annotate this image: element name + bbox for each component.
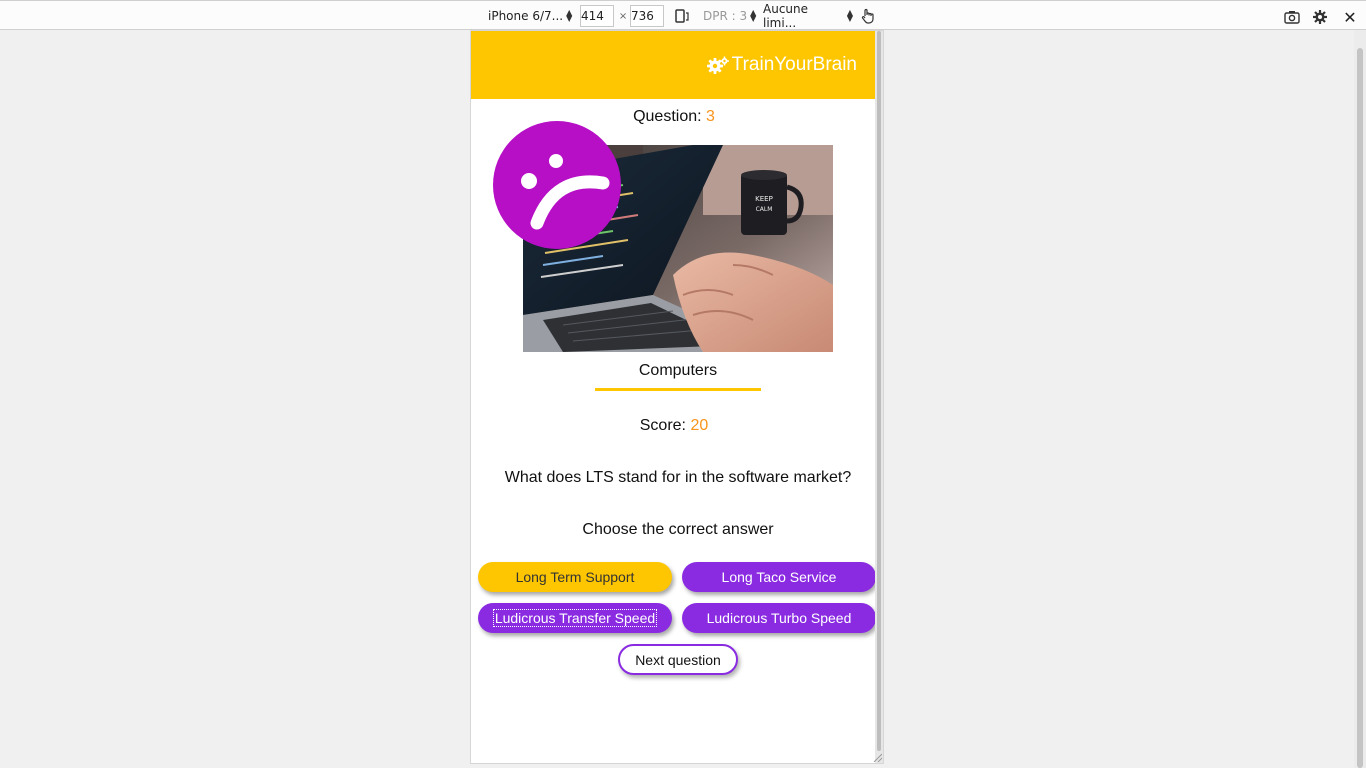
page-scrollbar[interactable] (1354, 30, 1366, 768)
answer-button-focused[interactable]: Ludicrous Transfer Speed (478, 603, 672, 633)
scrollbar-thumb[interactable] (877, 31, 881, 751)
device-viewport: TrainYourBrain Question: 3 KEEP CALM Com… (470, 30, 884, 764)
answer-button-correct[interactable]: Long Term Support (478, 562, 672, 592)
question-number: 3 (706, 108, 715, 125)
score-display: Score: 20 (471, 417, 877, 435)
sad-face-icon (493, 121, 621, 249)
camera-icon (1284, 11, 1300, 24)
responsive-toolbar: iPhone 6/7... ▲ ▼ 414 × 736 DPR : 3 ▲ ▼ Au… (0, 0, 1366, 30)
question-label: Question: (633, 108, 702, 125)
viewport-scrollbar[interactable] (875, 31, 883, 763)
score-label: Score: (639, 417, 686, 434)
question-text: What does LTS stand for in the software … (504, 469, 852, 486)
screenshot-button[interactable] (1282, 6, 1302, 28)
brand-link[interactable]: TrainYourBrain (706, 54, 857, 76)
hand-pointer-icon (861, 8, 874, 24)
touch-simulation-button[interactable] (859, 5, 877, 27)
dimension-separator: × (618, 10, 628, 22)
category-label: Computers (595, 362, 761, 391)
svg-text:CALM: CALM (756, 206, 773, 213)
answer-label: Long Taco Service (721, 569, 837, 585)
site-header: TrainYourBrain (471, 31, 877, 99)
device-select[interactable]: iPhone 6/7... ▲ ▼ (488, 5, 574, 27)
next-question-button[interactable]: Next question (618, 644, 738, 675)
settings-button[interactable] (1310, 6, 1330, 28)
rotate-device-icon (675, 9, 689, 23)
select-arrows-icon: ▲ ▼ (750, 8, 757, 23)
viewport-height-input[interactable]: 736 (630, 5, 664, 27)
answer-button[interactable]: Ludicrous Turbo Speed (682, 603, 876, 633)
gear-icon (1313, 10, 1327, 24)
close-responsive-mode-button[interactable]: ✕ (1340, 6, 1360, 28)
answer-label: Ludicrous Turbo Speed (706, 610, 852, 626)
select-arrows-icon: ▲ ▼ (846, 8, 853, 23)
answer-label: Ludicrous Transfer Speed (492, 609, 658, 627)
network-throttling-select[interactable]: Aucune limi... ▲ ▼ (763, 2, 853, 30)
score-value: 20 (690, 417, 709, 434)
throttling-select-label: Aucune limi... (763, 2, 809, 30)
answer-label: Long Term Support (515, 569, 635, 585)
viewport-width-input[interactable]: 414 (580, 5, 614, 27)
answer-instruction: Choose the correct answer (582, 521, 774, 538)
select-arrows-icon: ▲ ▼ (566, 8, 573, 23)
gears-icon (706, 55, 730, 75)
resize-handle-icon[interactable] (872, 752, 882, 762)
rotate-viewport-button[interactable] (673, 5, 691, 27)
svg-text:KEEP: KEEP (755, 195, 773, 203)
brand-name: TrainYourBrain (731, 54, 857, 75)
dpr-select[interactable]: DPR : 3 ▲ ▼ (703, 5, 759, 27)
dpr-select-label: DPR : 3 (703, 9, 748, 23)
page-scrollbar-thumb[interactable] (1357, 48, 1363, 768)
answer-button[interactable]: Long Taco Service (682, 562, 876, 592)
device-select-label: iPhone 6/7... (488, 9, 564, 23)
